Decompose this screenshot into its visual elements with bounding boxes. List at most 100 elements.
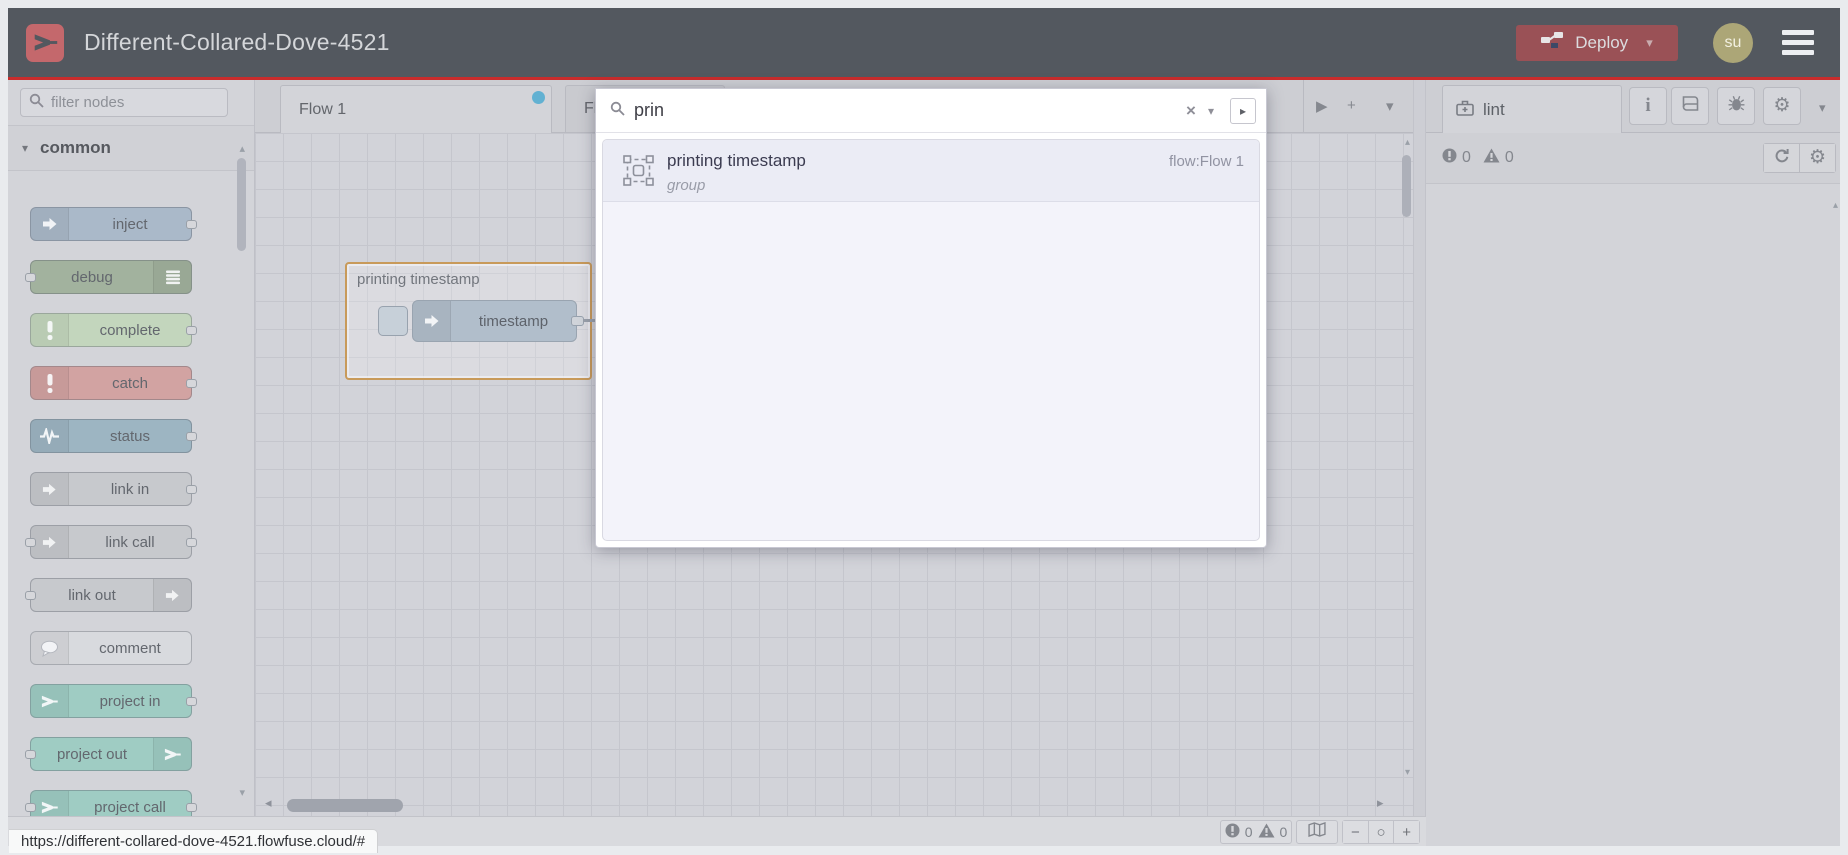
palette-node-link-out[interactable]: link out bbox=[25, 578, 192, 612]
sidebar-tab-lint[interactable]: lint bbox=[1442, 85, 1622, 134]
navigator-button[interactable] bbox=[1296, 820, 1338, 844]
canvas-scroll-down-icon[interactable]: ▾ bbox=[1405, 767, 1410, 778]
instance-title: Different-Collared-Dove-4521 bbox=[84, 29, 390, 55]
palette-node-link-call[interactable]: link call bbox=[25, 525, 197, 559]
deploy-label: Deploy bbox=[1575, 32, 1629, 52]
palette-node-label: status bbox=[109, 427, 151, 445]
canvas-scroll-up-icon[interactable]: ▴ bbox=[1405, 137, 1410, 148]
canvas-scroll-right-icon[interactable]: ▸ bbox=[1377, 795, 1384, 811]
canvas-vscrollbar-thumb[interactable] bbox=[1402, 155, 1411, 217]
info-icon: i bbox=[1645, 95, 1651, 116]
deploy-icon bbox=[1541, 30, 1564, 55]
link-arrow-icon bbox=[31, 526, 69, 558]
error-icon bbox=[1225, 823, 1240, 841]
zoom-in-button[interactable]: + bbox=[1393, 821, 1420, 843]
tab-scroll-right-icon[interactable]: ▶ bbox=[1316, 97, 1328, 115]
palette-filter bbox=[8, 80, 254, 125]
search-result-row[interactable]: printing timestamp flow:Flow 1 group bbox=[603, 140, 1259, 202]
palette-node-label: link call bbox=[105, 533, 155, 551]
search-clear-icon[interactable]: × bbox=[1180, 101, 1202, 121]
search-icon bbox=[29, 93, 44, 113]
canvas-hscrollbar-thumb[interactable] bbox=[287, 799, 403, 812]
palette-category-common[interactable]: ▾ common bbox=[8, 125, 254, 171]
palette-scroll-down-icon[interactable]: ▾ bbox=[239, 786, 245, 799]
inject-trigger-button[interactable] bbox=[378, 306, 408, 336]
palette-node-link-in[interactable]: link in bbox=[30, 472, 197, 506]
node-red-editor: Different-Collared-Dove-4521 Deploy ▾ su… bbox=[8, 8, 1840, 846]
palette-scrollbar-thumb[interactable] bbox=[237, 158, 246, 251]
palette-node-comment[interactable]: comment bbox=[30, 631, 192, 665]
bug-icon bbox=[1728, 95, 1745, 117]
search-input[interactable] bbox=[634, 100, 1181, 121]
sidebar-tab-info[interactable]: i bbox=[1629, 87, 1667, 125]
add-flow-button[interactable]: + bbox=[1347, 97, 1356, 114]
refresh-icon bbox=[1774, 148, 1790, 169]
zoom-controls: − ○ + bbox=[1342, 820, 1420, 844]
link-arrow-icon bbox=[153, 579, 191, 611]
palette-node-label: link in bbox=[110, 480, 150, 498]
group-icon bbox=[623, 155, 654, 191]
palette-node-label: comment bbox=[99, 639, 161, 657]
sidebar-tab-help[interactable] bbox=[1671, 87, 1709, 125]
palette-node-project-in[interactable]: project in bbox=[30, 684, 197, 718]
palette-filter-input[interactable] bbox=[51, 94, 201, 111]
palette-node-debug[interactable]: debug bbox=[25, 260, 192, 294]
palette-node-list: inject debug complete catch status link in lin… bbox=[8, 171, 254, 824]
inject-arrow-icon bbox=[413, 301, 451, 341]
inject-node-timestamp[interactable]: timestamp bbox=[378, 300, 584, 342]
lint-error-count: 0 bbox=[1442, 148, 1471, 168]
main-menu-button[interactable] bbox=[1782, 27, 1814, 59]
lint-refresh-button[interactable] bbox=[1764, 144, 1799, 172]
sidebar-tabs-caret-icon[interactable]: ▾ bbox=[1819, 100, 1826, 116]
lint-kit-icon bbox=[1456, 100, 1474, 121]
flowfuse-icon bbox=[31, 685, 69, 717]
zoom-out-button[interactable]: − bbox=[1343, 821, 1368, 843]
output-port bbox=[186, 432, 197, 441]
search-results-list: printing timestamp flow:Flow 1 group bbox=[602, 139, 1260, 541]
palette-node-label: debug bbox=[71, 268, 113, 286]
output-port bbox=[186, 326, 197, 335]
palette-node-label: complete bbox=[99, 321, 161, 339]
palette-node-project-out[interactable]: project out bbox=[25, 737, 192, 771]
palette-scroll-up-icon[interactable]: ▴ bbox=[239, 142, 245, 155]
palette-node-label: link out bbox=[68, 586, 116, 604]
result-location: flow:Flow 1 bbox=[1168, 153, 1244, 170]
error-icon bbox=[1442, 148, 1457, 168]
exclamation-icon bbox=[31, 314, 69, 346]
sidebar-tab-debug[interactable] bbox=[1717, 87, 1755, 125]
inject-arrow-icon bbox=[31, 208, 69, 240]
output-port bbox=[186, 538, 197, 547]
right-sidebar: lint i ⚙ ▾ 0 0 ⚙ ▴ bbox=[1426, 80, 1840, 846]
palette-node-status[interactable]: status bbox=[30, 419, 197, 453]
deploy-button[interactable]: Deploy ▾ bbox=[1516, 24, 1678, 61]
lint-settings-button[interactable]: ⚙ bbox=[1799, 144, 1835, 172]
tab-flow-1[interactable]: Flow 1 bbox=[280, 85, 552, 134]
deploy-options-caret-icon[interactable]: ▾ bbox=[1646, 35, 1653, 51]
output-port bbox=[186, 485, 197, 494]
debug-lines-icon bbox=[153, 261, 191, 293]
canvas-notification-counts[interactable]: 0 0 bbox=[1220, 820, 1292, 844]
sidebar-scroll-up-icon[interactable]: ▴ bbox=[1833, 200, 1838, 211]
group-label: printing timestamp bbox=[357, 271, 480, 288]
palette-node-complete[interactable]: complete bbox=[30, 313, 197, 347]
input-port bbox=[25, 538, 36, 547]
user-avatar[interactable]: su bbox=[1713, 22, 1753, 63]
search-options-button[interactable]: ▸ bbox=[1230, 97, 1256, 124]
search-history-caret-icon[interactable]: ▾ bbox=[1202, 104, 1220, 118]
flow-list-caret-icon[interactable]: ▾ bbox=[1386, 97, 1394, 115]
search-dialog: × ▾ ▸ printing timestamp flow:Flow 1 gro… bbox=[595, 88, 1267, 548]
comment-bubble-icon bbox=[31, 632, 69, 664]
pulse-icon bbox=[31, 420, 69, 452]
lint-toolbar: 0 0 ⚙ bbox=[1426, 133, 1840, 184]
sidebar-tab-config[interactable]: ⚙ bbox=[1763, 87, 1801, 125]
sidebar-splitter[interactable] bbox=[1413, 80, 1426, 846]
chevron-down-icon: ▾ bbox=[22, 141, 29, 155]
search-icon bbox=[610, 101, 625, 121]
zoom-reset-button[interactable]: ○ bbox=[1367, 821, 1394, 843]
palette-node-catch[interactable]: catch bbox=[30, 366, 197, 400]
canvas-scroll-left-icon[interactable]: ◂ bbox=[265, 795, 272, 811]
search-input-row: × ▾ ▸ bbox=[596, 89, 1266, 133]
lint-warning-count: 0 bbox=[1483, 148, 1514, 168]
input-port bbox=[25, 591, 36, 600]
palette-node-inject[interactable]: inject bbox=[30, 207, 197, 241]
